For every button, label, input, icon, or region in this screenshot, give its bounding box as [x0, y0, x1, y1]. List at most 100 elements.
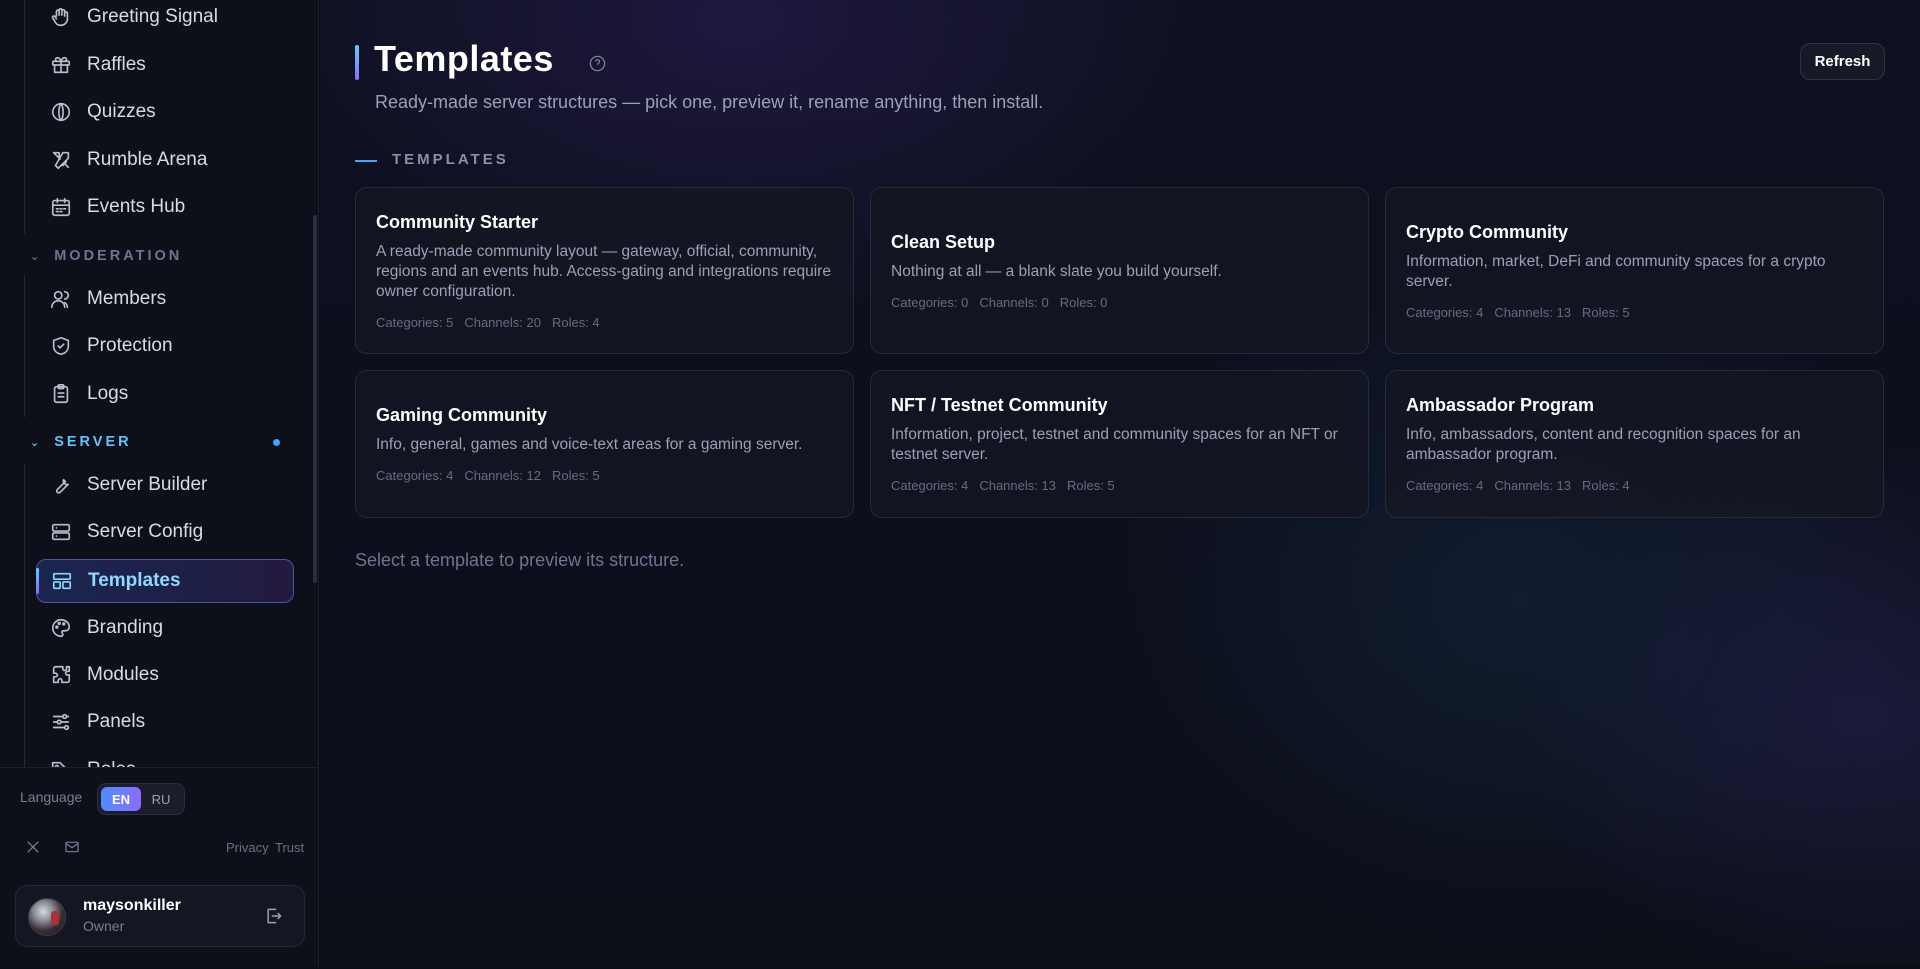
- categories-count: Categories: 5: [376, 314, 454, 330]
- x-twitter-icon[interactable]: [24, 838, 42, 856]
- brain-icon: [49, 100, 73, 124]
- palette-icon: [49, 616, 73, 640]
- page-title: Templates: [374, 38, 554, 79]
- sidebar: Greeting Signal Raffles Quizzes Rumble A…: [0, 0, 319, 967]
- sidebar-item-label: Panels: [87, 711, 146, 732]
- title-accent-bar: [355, 45, 359, 80]
- card-meta: Categories: 5 Channels: 20 Roles: 4: [376, 315, 833, 330]
- trust-link[interactable]: Trust: [275, 840, 304, 855]
- sidebar-item-panels[interactable]: Panels: [36, 702, 294, 742]
- sidebar-item-modules[interactable]: Modules: [36, 655, 294, 695]
- card-description: Information, project, testnet and commun…: [891, 426, 1338, 463]
- swords-icon: [49, 148, 73, 172]
- section-server[interactable]: ⌄ SERVER: [30, 432, 132, 452]
- chevron-down-icon: ⌄: [30, 436, 43, 449]
- roles-count: Roles: 5: [1066, 478, 1115, 493]
- roles-count: Roles: 5: [1581, 304, 1630, 320]
- sidebar-item-label: Server Config: [87, 521, 204, 542]
- sidebar-item-events-hub[interactable]: Events Hub: [36, 187, 294, 227]
- user-role: Owner: [83, 918, 125, 934]
- users-icon: [49, 287, 73, 311]
- categories-count: Categories: 0: [891, 294, 969, 310]
- sidebar-item-server-config[interactable]: Server Config: [36, 512, 294, 552]
- sidebar-item-label: Raffles: [87, 54, 146, 75]
- gift-icon: [49, 53, 73, 77]
- card-meta: Categories: 4 Channels: 13 Roles: 5: [1406, 305, 1863, 320]
- template-card-nft-testnet-community[interactable]: NFT / Testnet Community Information, pro…: [870, 370, 1369, 518]
- sidebar-divider: [0, 767, 319, 768]
- card-meta: Categories: 0 Channels: 0 Roles: 0: [891, 295, 1348, 310]
- card-title: Community Starter: [376, 211, 539, 232]
- sidebar-item-raffles[interactable]: Raffles: [36, 45, 294, 85]
- language-en-button[interactable]: EN: [101, 787, 141, 811]
- card-description: Information, market, DeFi and community …: [1406, 252, 1826, 290]
- sidebar-item-label: Greeting Signal: [87, 6, 218, 27]
- sidebar-item-label: Modules: [87, 664, 159, 685]
- section-title: TEMPLATES: [392, 151, 509, 168]
- main-content: Templates Ready-made server structures —…: [320, 0, 1920, 967]
- sidebar-item-rumble-arena[interactable]: Rumble Arena: [36, 140, 294, 180]
- active-indicator: [36, 568, 39, 594]
- sidebar-item-label: Members: [87, 288, 167, 309]
- help-icon[interactable]: [588, 54, 607, 73]
- nav-guide-line: [24, 275, 25, 417]
- mail-icon[interactable]: [63, 838, 81, 856]
- channels-count: Channels: 13: [1494, 304, 1571, 320]
- sidebar-item-label: Rumble Arena: [87, 149, 208, 170]
- card-meta: Categories: 4 Channels: 13 Roles: 5: [891, 478, 1348, 493]
- card-meta: Categories: 4 Channels: 12 Roles: 5: [376, 468, 833, 483]
- card-title: Clean Setup: [891, 231, 996, 252]
- categories-count: Categories: 4: [1406, 304, 1484, 320]
- template-card-ambassador-program[interactable]: Ambassador Program Info, ambassadors, co…: [1385, 370, 1884, 518]
- clipboard-icon: [49, 382, 73, 406]
- channels-count: Channels: 13: [1494, 478, 1571, 493]
- sidebar-scrollbar[interactable]: [313, 215, 317, 583]
- sidebar-item-label: Branding: [87, 617, 164, 638]
- calendar-icon: [49, 195, 73, 219]
- user-name: maysonkiller: [83, 897, 181, 914]
- sidebar-item-protection[interactable]: Protection: [36, 326, 294, 366]
- sidebar-item-label: Quizzes: [87, 101, 156, 122]
- puzzle-icon: [49, 663, 73, 687]
- sidebar-item-branding[interactable]: Branding: [36, 608, 294, 648]
- sidebar-item-logs[interactable]: Logs: [36, 374, 294, 414]
- categories-count: Categories: 4: [1406, 478, 1484, 493]
- chevron-down-icon: ⌄: [30, 250, 43, 263]
- wrench-icon: [49, 473, 73, 497]
- nav-guide-line: [24, 0, 25, 234]
- language-ru-button[interactable]: RU: [141, 787, 181, 811]
- section-moderation[interactable]: ⌄ MODERATION: [30, 246, 182, 266]
- sidebar-item-label: Logs: [87, 383, 129, 404]
- hand-icon: [49, 5, 73, 29]
- page-subtitle: Ready-made server structures — pick one,…: [375, 92, 1044, 112]
- sidebar-item-greeting-signal[interactable]: Greeting Signal: [36, 0, 294, 37]
- sidebar-item-members[interactable]: Members: [36, 279, 294, 319]
- avatar[interactable]: [28, 898, 66, 936]
- template-card-crypto-community[interactable]: Crypto Community Information, market, De…: [1385, 187, 1884, 354]
- card-description: Info, general, games and voice-text area…: [376, 436, 803, 453]
- user-card: maysonkiller Owner: [15, 885, 305, 947]
- roles-count: Roles: 4: [1581, 478, 1630, 493]
- roles-count: Roles: 4: [551, 314, 600, 330]
- sidebar-item-quizzes[interactable]: Quizzes: [36, 92, 294, 132]
- sidebar-item-server-builder[interactable]: Server Builder: [36, 465, 294, 505]
- shield-icon: [49, 334, 73, 358]
- template-card-community-starter[interactable]: Community Starter A ready-made community…: [355, 187, 854, 354]
- sidebar-item-label: Templates: [88, 570, 181, 591]
- refresh-button[interactable]: Refresh: [1800, 43, 1885, 80]
- sidebar-item-label: Server Builder: [87, 474, 208, 495]
- logout-icon[interactable]: [264, 906, 284, 926]
- card-description: A ready-made community layout — gateway,…: [376, 242, 831, 300]
- sidebar-item-templates[interactable]: Templates: [36, 559, 294, 603]
- card-meta: Categories: 4 Channels: 13 Roles: 4: [1406, 478, 1863, 493]
- privacy-link[interactable]: Privacy: [226, 840, 269, 855]
- card-title: NFT / Testnet Community: [891, 395, 1108, 415]
- server-icon: [49, 520, 73, 544]
- roles-count: Roles: 5: [551, 468, 600, 483]
- categories-count: Categories: 4: [891, 478, 969, 493]
- template-card-clean-setup[interactable]: Clean Setup Nothing at all — a blank sla…: [870, 187, 1369, 354]
- sidebar-item-label: Protection: [87, 335, 173, 356]
- template-card-gaming-community[interactable]: Gaming Community Info, general, games an…: [355, 370, 854, 518]
- sidebar-item-roles[interactable]: Roles: [36, 750, 294, 767]
- sliders-icon: [49, 710, 73, 734]
